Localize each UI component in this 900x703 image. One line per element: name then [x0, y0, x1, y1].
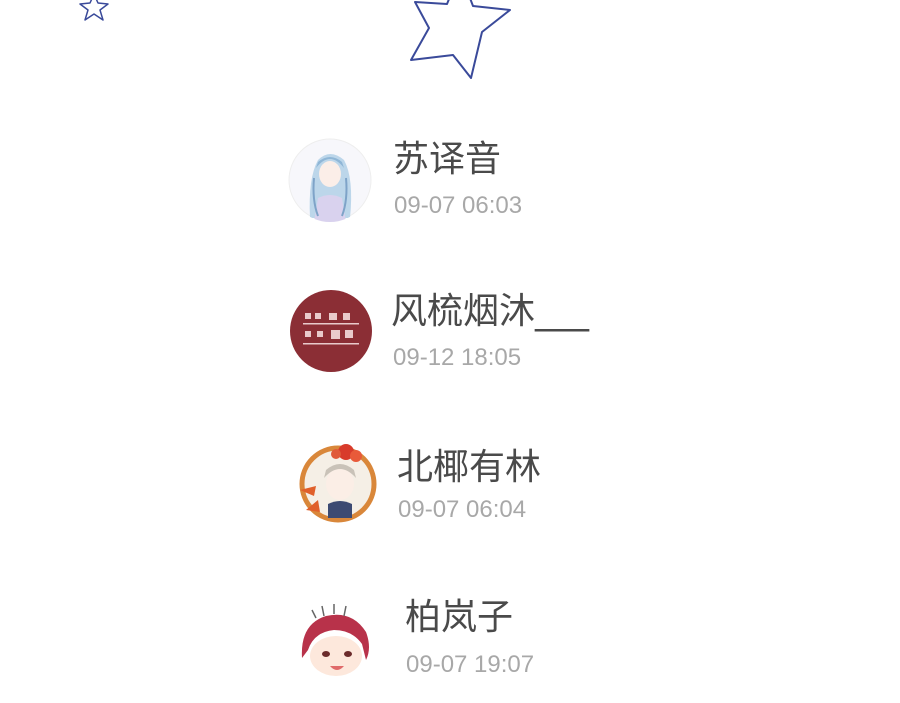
red-calligraphy-avatar	[290, 290, 372, 372]
timestamp: 09-07 06:03	[394, 192, 523, 219]
list-item[interactable]: 苏译音 09-07 06:03	[0, 130, 900, 240]
avatar[interactable]	[296, 440, 380, 524]
contact-name: 北椰有林	[397, 447, 542, 488]
star-outline-icon	[410, 0, 511, 79]
list-item[interactable]: 北椰有林 09-07 06:04	[0, 436, 900, 546]
avatar[interactable]	[292, 598, 376, 682]
contact-name: 风梳烟沐___	[391, 291, 590, 332]
list-item[interactable]: 风梳烟沐___ 09-12 18:05	[0, 282, 900, 392]
timestamp: 09-12 18:05	[393, 344, 522, 371]
timestamp: 09-07 19:07	[406, 651, 535, 678]
contact-name: 苏译音	[393, 139, 502, 180]
avatar[interactable]	[288, 138, 372, 222]
anime-boy-flower-frame-avatar	[299, 444, 377, 523]
timestamp: 09-07 06:04	[398, 496, 527, 523]
avatar[interactable]	[289, 289, 373, 373]
anime-girl-red-hair-avatar	[293, 599, 375, 681]
list-item[interactable]: 柏岚子 09-07 19:07	[0, 592, 900, 702]
contact-name: 柏岚子	[405, 597, 514, 638]
anime-girl-blue-hair-avatar	[288, 138, 372, 222]
star-outline-icon	[79, 0, 109, 21]
